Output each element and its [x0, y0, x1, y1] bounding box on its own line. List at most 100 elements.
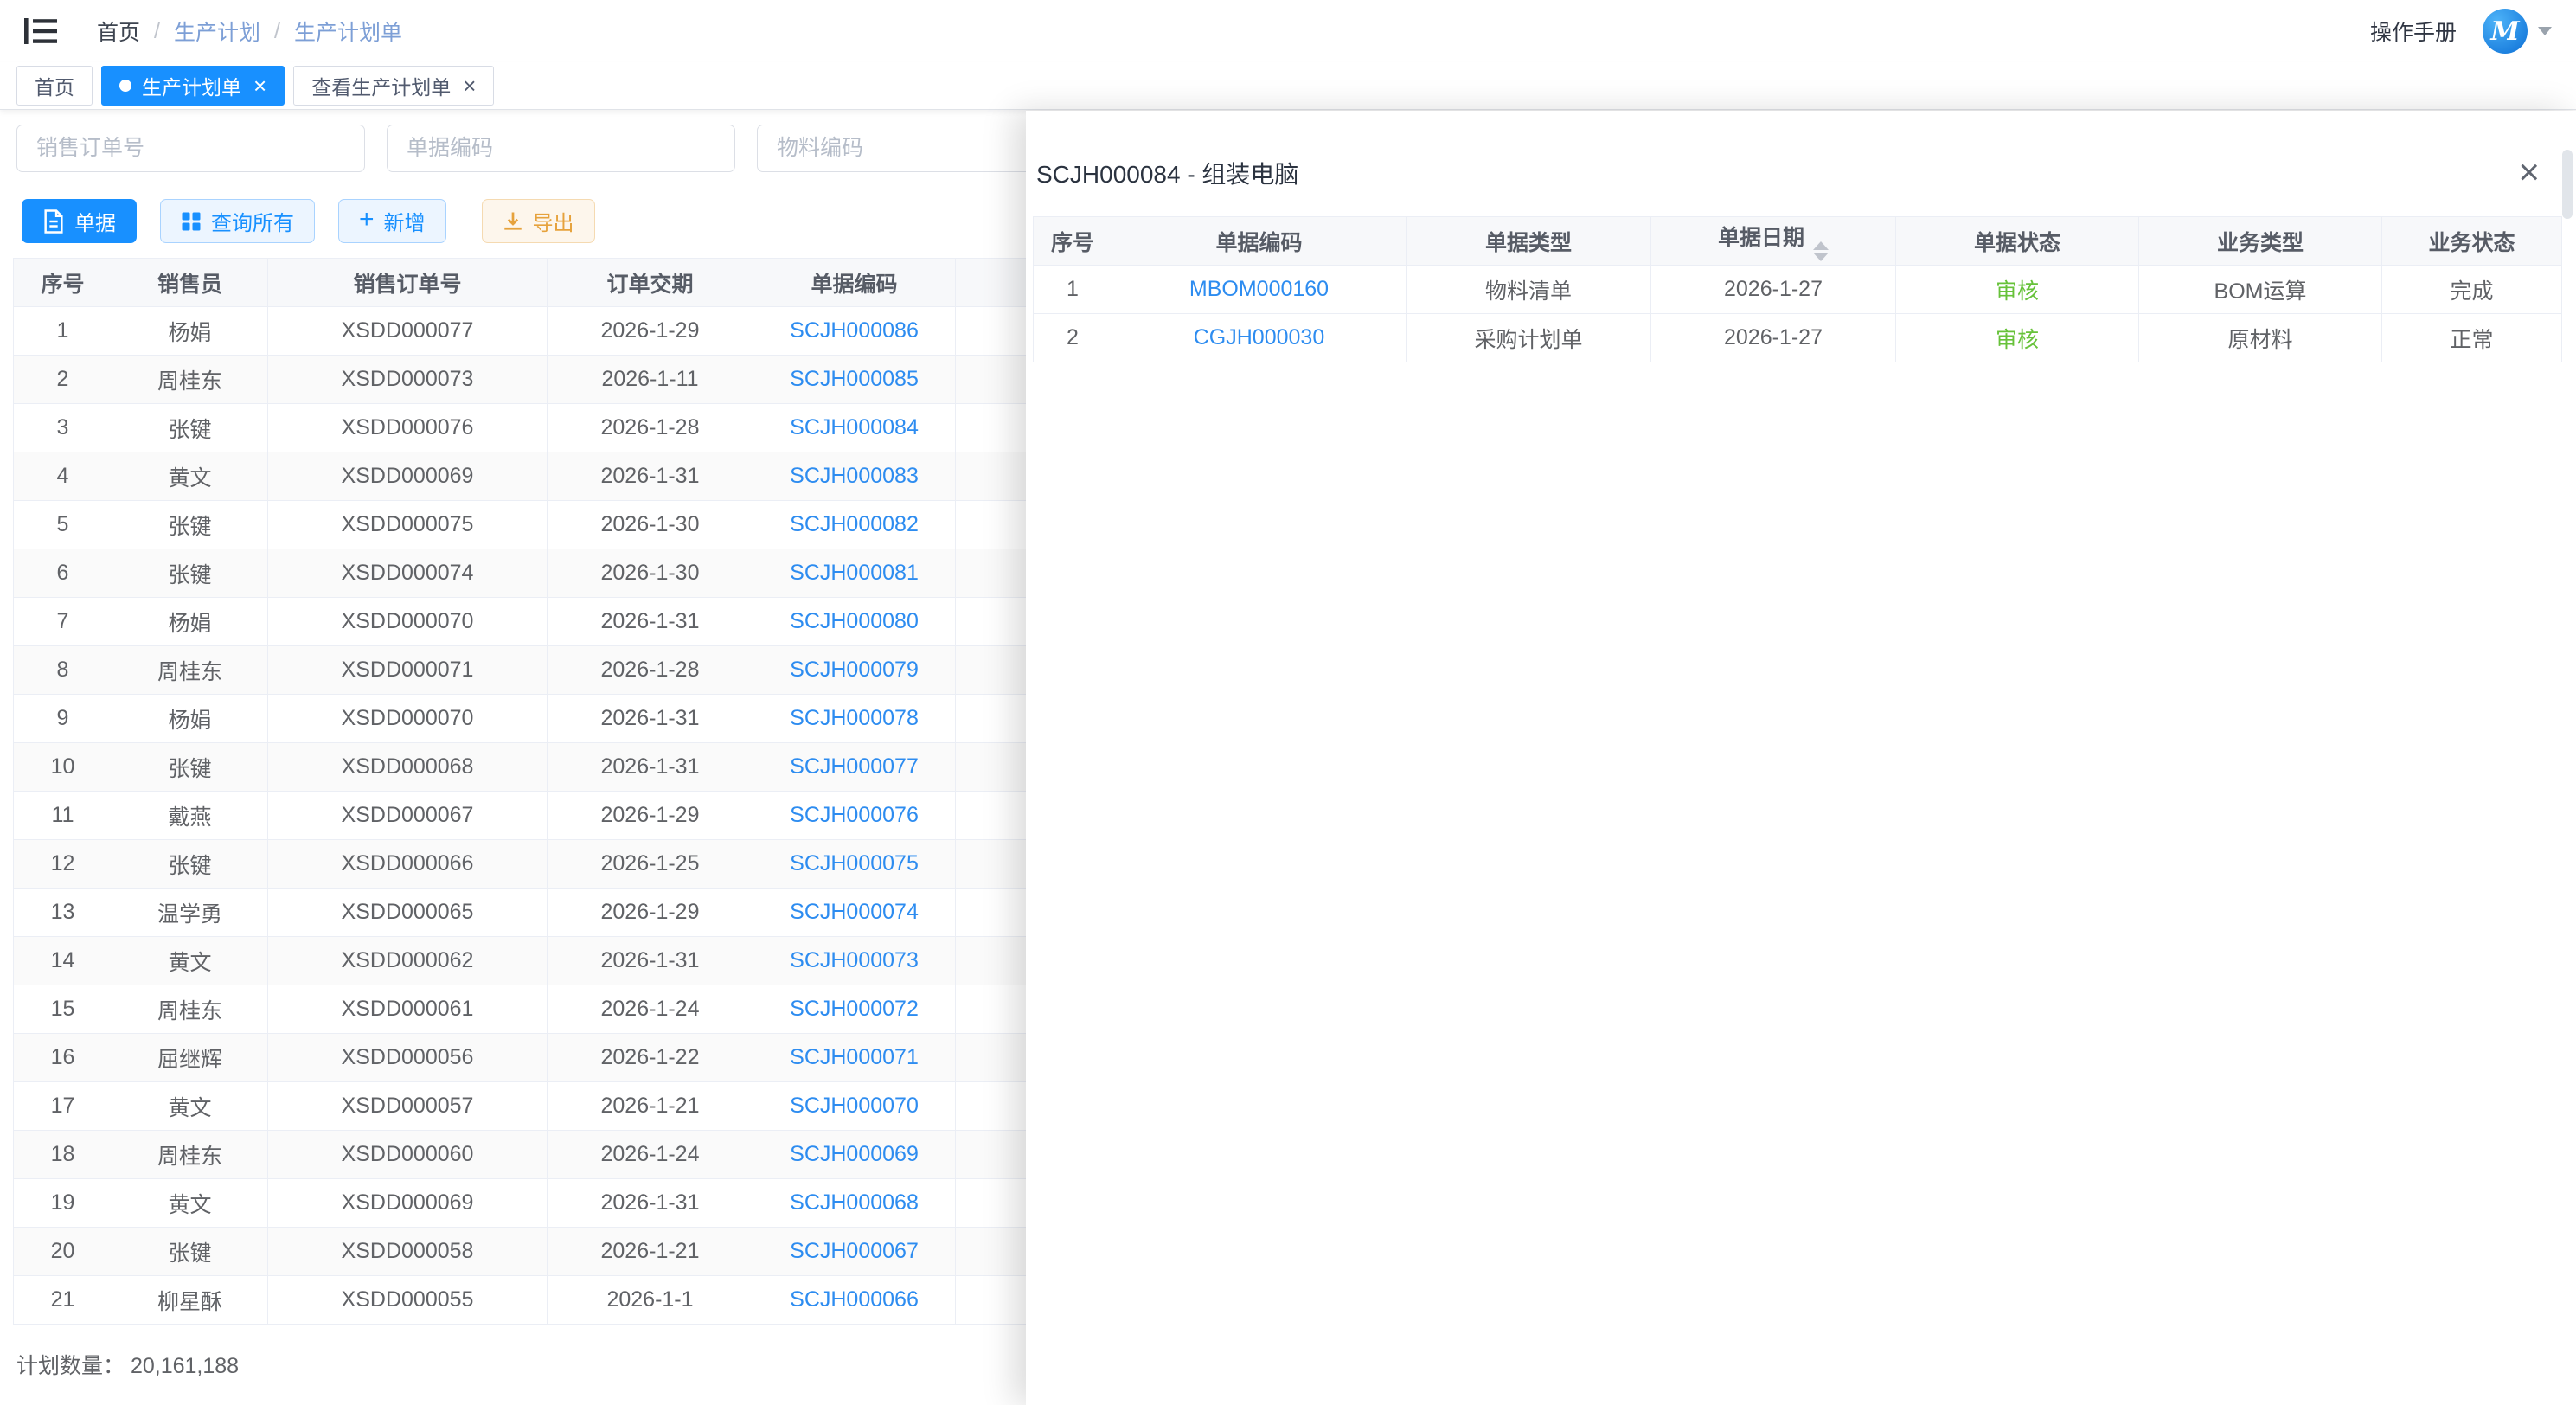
table-cell: 黄文	[112, 937, 268, 985]
table-cell: 2026-1-28	[548, 404, 753, 452]
user-avatar[interactable]: M	[2483, 9, 2528, 54]
table-cell: XSDD000055	[268, 1276, 548, 1325]
sort-icon[interactable]	[1813, 241, 1829, 261]
document-code-link[interactable]: SCJH000086	[790, 318, 919, 343]
manual-link[interactable]: 操作手册	[2370, 16, 2457, 47]
table-cell: SCJH000083	[753, 452, 956, 501]
table-cell: 张键	[112, 1228, 268, 1276]
column-header[interactable]: 单据日期	[1651, 217, 1896, 266]
table-cell: XSDD000061	[268, 985, 548, 1034]
related-doc-link[interactable]: CGJH000030	[1194, 325, 1324, 350]
table-cell: 张键	[112, 404, 268, 452]
tab-1[interactable]: 首页	[16, 66, 93, 106]
status-badge: 审核	[1996, 328, 2039, 352]
table-cell: 屈继辉	[112, 1034, 268, 1082]
sort-desc-caret	[1813, 253, 1829, 261]
add-button[interactable]: + 新增	[338, 199, 446, 243]
button-label: 导出	[533, 206, 574, 236]
filter-input-2[interactable]	[387, 125, 735, 172]
document-code-link[interactable]: SCJH000076	[790, 803, 919, 827]
table-cell: XSDD000069	[268, 452, 548, 501]
table-cell: SCJH000078	[753, 695, 956, 743]
table-cell: SCJH000074	[753, 889, 956, 937]
table-cell: 6	[14, 549, 112, 598]
table-cell: 张键	[112, 549, 268, 598]
table-cell: 物料清单	[1407, 266, 1651, 314]
document-code-link[interactable]: SCJH000066	[790, 1287, 919, 1312]
tab-close-icon[interactable]: ×	[253, 74, 266, 97]
related-doc-link[interactable]: MBOM000160	[1189, 277, 1329, 301]
table-cell: 2026-1-29	[548, 307, 753, 356]
table-cell: 2	[14, 356, 112, 404]
button-label: 查询所有	[211, 206, 294, 236]
document-code-link[interactable]: SCJH000085	[790, 367, 919, 391]
table-cell: 21	[14, 1276, 112, 1325]
document-button[interactable]: 单据	[22, 199, 137, 243]
document-code-link[interactable]: SCJH000073	[790, 948, 919, 972]
table-cell: 2026-1-27	[1651, 266, 1896, 314]
table-cell: 采购计划单	[1407, 314, 1651, 362]
column-header-label: 单据状态	[1974, 231, 2060, 255]
filter-input-1[interactable]	[16, 125, 365, 172]
tab-close-icon[interactable]: ×	[463, 74, 476, 97]
document-code-link[interactable]: SCJH000081	[790, 561, 919, 585]
document-code-link[interactable]: SCJH000072	[790, 997, 919, 1021]
document-code-link[interactable]: SCJH000071	[790, 1045, 919, 1069]
close-icon[interactable]: ×	[2518, 154, 2540, 190]
table-cell: 17	[14, 1082, 112, 1131]
table-cell: 7	[14, 598, 112, 646]
document-code-link[interactable]: SCJH000078	[790, 706, 919, 730]
grid-icon	[181, 211, 202, 232]
document-code-link[interactable]: SCJH000070	[790, 1094, 919, 1118]
table-cell: SCJH000072	[753, 985, 956, 1034]
column-header: 业务类型	[2139, 217, 2382, 266]
table-cell: XSDD000069	[268, 1179, 548, 1228]
query-all-button[interactable]: 查询所有	[160, 199, 315, 243]
collapse-menu-icon[interactable]	[24, 16, 57, 46]
column-header-label: 业务状态	[2428, 231, 2515, 255]
table-cell: SCJH000081	[753, 549, 956, 598]
table-cell: 4	[14, 452, 112, 501]
table-cell: 2026-1-31	[548, 937, 753, 985]
drawer-title: SCJH000084 - 组装电脑	[1036, 161, 1298, 188]
document-code-link[interactable]: SCJH000068	[790, 1190, 919, 1215]
table-cell: XSDD000068	[268, 743, 548, 792]
table-cell: XSDD000073	[268, 356, 548, 404]
table-cell: SCJH000077	[753, 743, 956, 792]
table-cell: 15	[14, 985, 112, 1034]
breadcrumb-item-1[interactable]: 首页	[97, 16, 140, 47]
document-code-link[interactable]: SCJH000074	[790, 900, 919, 924]
table-cell: SCJH000070	[753, 1082, 956, 1131]
breadcrumb-item-3[interactable]: 生产计划单	[294, 16, 402, 47]
table-cell: SCJH000086	[753, 307, 956, 356]
document-code-link[interactable]: SCJH000075	[790, 851, 919, 876]
document-code-link[interactable]: SCJH000080	[790, 609, 919, 633]
table-cell: XSDD000057	[268, 1082, 548, 1131]
chevron-down-icon[interactable]	[2538, 27, 2552, 35]
table-cell: 黄文	[112, 452, 268, 501]
button-label: 新增	[384, 206, 426, 236]
table-cell: 周桂东	[112, 985, 268, 1034]
document-code-link[interactable]: SCJH000083	[790, 464, 919, 488]
document-code-link[interactable]: SCJH000067	[790, 1239, 919, 1263]
table-cell: XSDD000070	[268, 598, 548, 646]
table-cell: 2026-1-24	[548, 1131, 753, 1179]
breadcrumb: 首页/生产计划/生产计划单	[97, 16, 402, 47]
export-button[interactable]: 导出	[482, 199, 595, 243]
document-code-link[interactable]: SCJH000077	[790, 754, 919, 779]
scrollbar-thumb[interactable]	[2562, 150, 2573, 219]
table-cell: 张键	[112, 743, 268, 792]
column-header: 销售订单号	[268, 259, 548, 307]
tab-3[interactable]: 查看生产计划单×	[293, 66, 494, 106]
table-cell: XSDD000060	[268, 1131, 548, 1179]
document-code-link[interactable]: SCJH000079	[790, 658, 919, 682]
table-cell: SCJH000073	[753, 937, 956, 985]
table-cell: 13	[14, 889, 112, 937]
detail-drawer: SCJH000084 - 组装电脑 × 序号单据编码单据类型单据日期单据状态业务…	[1026, 111, 2576, 1405]
document-code-link[interactable]: SCJH000069	[790, 1142, 919, 1166]
tab-2[interactable]: 生产计划单×	[101, 66, 285, 106]
drawer-header: SCJH000084 - 组装电脑 ×	[1033, 111, 2562, 216]
document-code-link[interactable]: SCJH000082	[790, 512, 919, 536]
breadcrumb-item-2[interactable]: 生产计划	[174, 16, 260, 47]
document-code-link[interactable]: SCJH000084	[790, 415, 919, 439]
